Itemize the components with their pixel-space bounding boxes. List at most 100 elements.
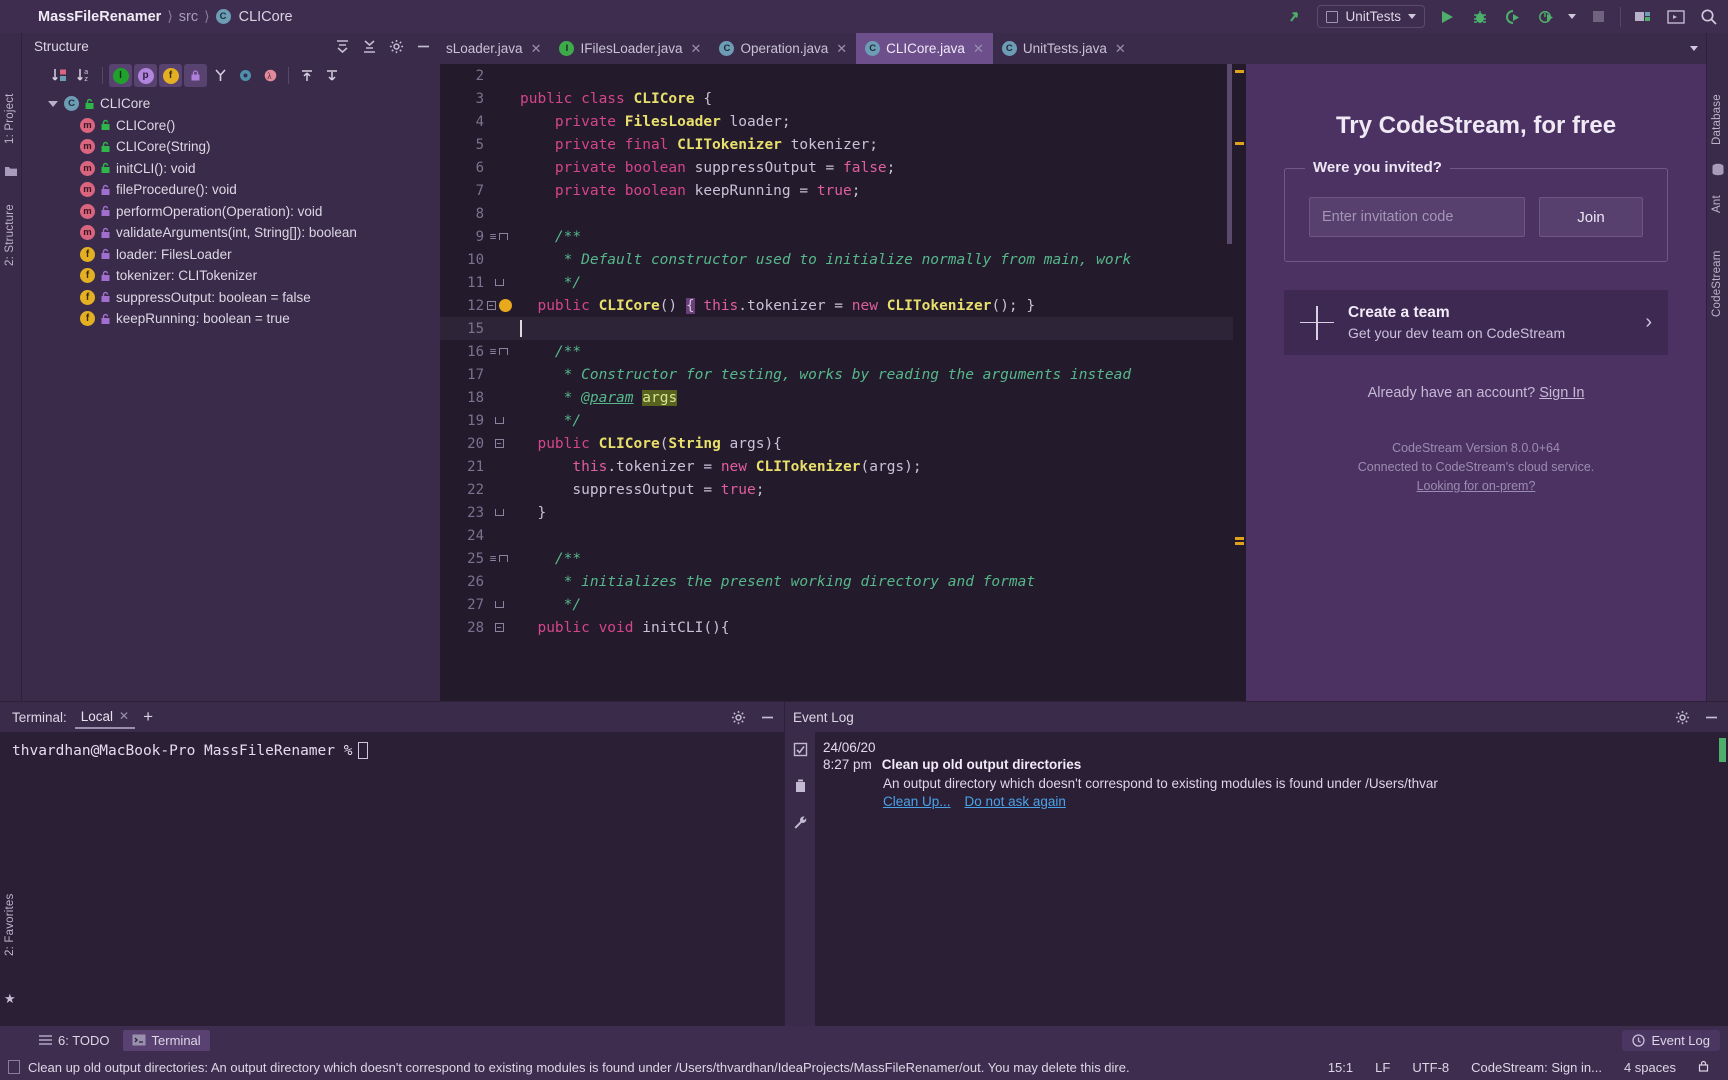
show-inherited-icon[interactable]: I xyxy=(109,64,132,87)
profiler-icon[interactable] xyxy=(1535,6,1557,28)
fold-toggle-icon[interactable]: − xyxy=(487,301,496,310)
fold-start-icon[interactable] xyxy=(499,348,508,355)
fold-end-icon[interactable] xyxy=(495,601,504,608)
show-non-public-icon[interactable] xyxy=(184,64,207,87)
close-icon[interactable]: ✕ xyxy=(1115,41,1126,57)
fold-end-icon[interactable] xyxy=(495,279,504,286)
hide-panel-icon[interactable] xyxy=(1701,707,1722,728)
debug-icon[interactable] xyxy=(1469,6,1491,28)
show-fields-icon[interactable]: f xyxy=(159,64,182,87)
do-not-ask-again-link[interactable]: Do not ask again xyxy=(965,794,1066,809)
hide-panel-icon[interactable] xyxy=(413,36,434,57)
editor-tab-clicore[interactable]: C CLICore.java ✕ xyxy=(856,33,993,64)
sidebar-item-codestream[interactable]: CodeStream xyxy=(1706,229,1728,339)
clear-all-trash-icon[interactable] xyxy=(793,778,808,797)
sign-in-link[interactable]: Sign In xyxy=(1539,385,1584,401)
close-icon[interactable]: ✕ xyxy=(836,41,847,57)
sort-alphabetically-icon[interactable]: az xyxy=(73,64,96,87)
tree-node-method[interactable]: m validateArguments(int, String[]): bool… xyxy=(22,222,440,244)
error-stripe[interactable] xyxy=(1233,64,1246,701)
tool-button-terminal[interactable]: Terminal xyxy=(123,1030,210,1051)
terminal-icon[interactable] xyxy=(1665,6,1687,28)
collapse-all-tree-icon[interactable] xyxy=(320,64,343,87)
fold-start-icon[interactable] xyxy=(499,555,508,562)
close-icon[interactable]: ✕ xyxy=(119,709,129,723)
editor-scrollbar[interactable] xyxy=(1227,64,1232,244)
tool-button-event-log[interactable]: Event Log xyxy=(1622,1030,1720,1051)
search-icon[interactable] xyxy=(1698,6,1720,28)
tree-node-field[interactable]: f loader: FilesLoader xyxy=(22,244,440,266)
status-codestream[interactable]: CodeStream: Sign in... xyxy=(1460,1060,1613,1075)
close-icon[interactable]: ✕ xyxy=(531,41,542,57)
tree-node-field[interactable]: f suppressOutput: boolean = false xyxy=(22,287,440,309)
event-log-scrollbar[interactable] xyxy=(1719,738,1726,762)
build-project-icon[interactable] xyxy=(1632,6,1654,28)
invitation-code-input[interactable] xyxy=(1309,197,1525,237)
fold-end-icon[interactable] xyxy=(495,509,504,516)
editor-tab-operation[interactable]: C Operation.java ✕ xyxy=(710,33,856,64)
tree-node-field[interactable]: f tokenizer: CLITokenizer xyxy=(22,265,440,287)
breadcrumb-project[interactable]: MassFileRenamer xyxy=(38,9,161,25)
sort-by-visibility-icon[interactable] xyxy=(48,64,71,87)
tree-node-field[interactable]: f keepRunning: boolean = true xyxy=(22,308,440,330)
expand-all-tree-icon[interactable] xyxy=(295,64,318,87)
tree-node-root[interactable]: C CLICore xyxy=(22,93,440,115)
editor-tab-unittests[interactable]: C UnitTests.java ✕ xyxy=(993,33,1135,64)
gear-icon[interactable] xyxy=(728,707,749,728)
chevron-down-icon[interactable] xyxy=(1690,46,1698,51)
expand-all-icon[interactable] xyxy=(332,36,353,57)
fold-toggle-icon[interactable]: − xyxy=(495,623,504,632)
tree-node-method[interactable]: m initCLI(): void xyxy=(22,158,440,180)
chevron-down-icon[interactable] xyxy=(1568,14,1576,19)
show-lambdas-icon[interactable]: λ xyxy=(259,64,282,87)
add-terminal-icon[interactable]: + xyxy=(143,707,153,727)
breadcrumb-class[interactable]: CLICore xyxy=(239,9,293,25)
mark-read-icon[interactable] xyxy=(793,742,808,760)
editor-tab-filesloader[interactable]: sLoader.java ✕ xyxy=(442,33,550,64)
gear-icon[interactable] xyxy=(386,36,407,57)
close-icon[interactable]: ✕ xyxy=(691,41,702,57)
run-icon[interactable] xyxy=(1436,6,1458,28)
show-properties-icon[interactable]: p xyxy=(134,64,157,87)
settings-wrench-icon[interactable] xyxy=(793,815,808,833)
doc-render-icon[interactable]: ≡ xyxy=(490,345,497,358)
show-anonymous-icon[interactable] xyxy=(209,64,232,87)
tree-node-method[interactable]: m fileProcedure(): void xyxy=(22,179,440,201)
updates-arrow-icon[interactable] xyxy=(1284,6,1306,28)
structure-tree[interactable]: C CLICore m CLICore() m CLICore(String) xyxy=(22,91,440,701)
tree-node-method[interactable]: m performOperation(Operation): void xyxy=(22,201,440,223)
doc-render-icon[interactable]: ≡ xyxy=(490,552,497,565)
sidebar-item-database[interactable]: Database xyxy=(1706,81,1728,159)
run-configuration-selector[interactable]: UnitTests xyxy=(1317,5,1425,28)
tree-node-method[interactable]: m CLICore(String) xyxy=(22,136,440,158)
status-indent[interactable]: 4 spaces xyxy=(1613,1060,1687,1075)
join-button[interactable]: Join xyxy=(1539,197,1643,237)
editor-tab-ifilesloader[interactable]: I IFilesLoader.java ✕ xyxy=(550,33,710,64)
breadcrumb-folder[interactable]: src xyxy=(179,9,198,25)
gear-icon[interactable] xyxy=(1672,707,1693,728)
fold-start-icon[interactable] xyxy=(499,233,508,240)
tree-node-method[interactable]: m CLICore() xyxy=(22,115,440,137)
sidebar-item-favorites[interactable]: 2: Favorites xyxy=(0,873,21,977)
sidebar-item-ant[interactable]: Ant xyxy=(1706,185,1728,223)
clean-up-link[interactable]: Clean Up... xyxy=(883,794,951,809)
show-interfaces-icon[interactable] xyxy=(234,64,257,87)
terminal-output[interactable]: thvardhan@MacBook-Pro MassFileRenamer % xyxy=(0,732,784,1026)
status-line-separator[interactable]: LF xyxy=(1364,1060,1401,1075)
terminal-tab-local[interactable]: Local ✕ xyxy=(75,706,135,729)
fold-end-icon[interactable] xyxy=(495,417,504,424)
run-with-coverage-icon[interactable] xyxy=(1502,6,1524,28)
code-editor[interactable]: 2 3 public class CLICore { 4 xyxy=(440,64,1246,701)
hide-panel-icon[interactable] xyxy=(757,707,778,728)
status-notification-icon[interactable] xyxy=(8,1060,20,1074)
sidebar-item-structure[interactable]: 2: Structure xyxy=(0,185,21,285)
on-prem-link[interactable]: Looking for on-prem? xyxy=(1417,479,1536,493)
chevron-down-icon[interactable] xyxy=(48,101,58,107)
tool-button-todo[interactable]: 6: TODO xyxy=(30,1030,119,1051)
intention-bulb-icon[interactable] xyxy=(499,299,512,312)
doc-render-icon[interactable]: ≡ xyxy=(490,230,497,243)
sidebar-item-project[interactable]: 1: Project xyxy=(0,77,21,161)
status-encoding[interactable]: UTF-8 xyxy=(1401,1060,1460,1075)
create-team-card[interactable]: Create a team Get your dev team on CodeS… xyxy=(1284,290,1668,355)
close-icon[interactable]: ✕ xyxy=(973,41,984,57)
